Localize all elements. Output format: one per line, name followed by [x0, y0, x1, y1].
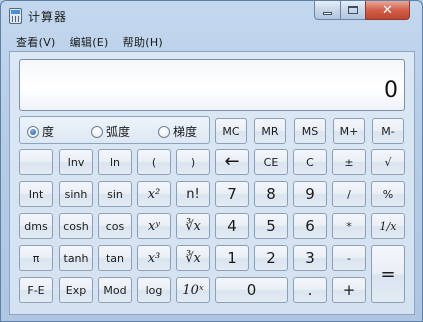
radio-degrees[interactable]: 度: [27, 123, 54, 140]
key-add[interactable]: +: [332, 277, 366, 303]
key-8[interactable]: 8: [254, 181, 288, 207]
radio-degrees-label: 度: [42, 125, 55, 139]
radio-gradians-label: 梯度: [173, 125, 198, 139]
key-0[interactable]: 0: [215, 277, 288, 303]
key-x-cubed[interactable]: x³: [137, 245, 171, 271]
key-sqrt[interactable]: √: [371, 149, 405, 175]
key-m-plus[interactable]: M+: [333, 118, 365, 144]
key-reciprocal[interactable]: 1/x: [371, 213, 405, 239]
radio-checked-icon: [27, 125, 39, 138]
key-open-paren[interactable]: (: [137, 149, 171, 175]
close-icon: ✕: [382, 2, 393, 18]
key-blank[interactable]: [19, 149, 53, 175]
key-7[interactable]: 7: [215, 181, 249, 207]
radio-unchecked-icon: [91, 125, 103, 138]
key-x-power-y[interactable]: xʸ: [137, 213, 171, 239]
key-c[interactable]: C: [293, 149, 327, 175]
key-6[interactable]: 6: [293, 213, 327, 239]
key-y-root-x[interactable]: ∛x: [176, 213, 210, 239]
key-4[interactable]: 4: [215, 213, 249, 239]
calculator-window: 计算器 ✕ 查看(V) 编辑(E) 帮助(H) 0 度 弧度 梯度 MC MR …: [0, 0, 423, 322]
key-mod[interactable]: Mod: [98, 277, 132, 303]
key-equals[interactable]: =: [371, 245, 405, 303]
radio-unchecked-icon: [158, 125, 170, 138]
key-inv[interactable]: Inv: [59, 149, 93, 175]
key-9[interactable]: 9: [293, 181, 327, 207]
maximize-icon: [348, 6, 358, 14]
minimize-button[interactable]: [314, 1, 341, 20]
key-tanh[interactable]: tanh: [59, 245, 93, 271]
key-cos[interactable]: cos: [98, 213, 132, 239]
key-sinh[interactable]: sinh: [59, 181, 93, 207]
key-log[interactable]: log: [137, 277, 171, 303]
key-ten-power-x[interactable]: 10ˣ: [176, 277, 210, 303]
key-f-e[interactable]: F-E: [19, 277, 53, 303]
key-3[interactable]: 3: [293, 245, 327, 271]
key-close-paren[interactable]: ): [176, 149, 210, 175]
key-mr[interactable]: MR: [254, 118, 286, 144]
radio-radians[interactable]: 弧度: [91, 123, 130, 140]
menu-help[interactable]: 帮助(H): [123, 34, 163, 50]
title-bar[interactable]: 计算器 ✕: [1, 1, 422, 30]
menu-edit[interactable]: 编辑(E): [70, 34, 109, 50]
key-ln[interactable]: ln: [98, 149, 132, 175]
display-panel: 0: [19, 59, 405, 111]
key-backspace[interactable]: ←: [215, 149, 249, 175]
key-plus-minus[interactable]: ±: [332, 149, 366, 175]
calculator-app-icon: [9, 8, 22, 24]
key-tan[interactable]: tan: [98, 245, 132, 271]
menu-bar: 查看(V) 编辑(E) 帮助(H): [9, 32, 415, 51]
key-2[interactable]: 2: [254, 245, 288, 271]
key-ce[interactable]: CE: [254, 149, 288, 175]
key-multiply[interactable]: *: [332, 213, 366, 239]
key-decimal[interactable]: .: [293, 277, 327, 303]
display-value: 0: [384, 78, 398, 103]
key-sin[interactable]: sin: [98, 181, 132, 207]
minimize-icon: [323, 11, 332, 15]
key-dms[interactable]: dms: [19, 213, 53, 239]
backspace-arrow-icon: ←: [224, 151, 240, 172]
close-button[interactable]: ✕: [365, 1, 410, 20]
maximize-button[interactable]: [340, 1, 366, 20]
key-exp[interactable]: Exp: [59, 277, 93, 303]
key-divide[interactable]: /: [332, 181, 366, 207]
window-title: 计算器: [28, 10, 68, 24]
key-1[interactable]: 1: [215, 245, 249, 271]
key-int[interactable]: Int: [19, 181, 53, 207]
key-percent[interactable]: %: [371, 181, 405, 207]
key-pi[interactable]: π: [19, 245, 53, 271]
key-subtract[interactable]: -: [332, 245, 366, 271]
key-cube-root[interactable]: ∛x: [176, 245, 210, 271]
angle-mode-group: 度 弧度 梯度: [19, 116, 210, 144]
key-5[interactable]: 5: [254, 213, 288, 239]
key-m-minus[interactable]: M-: [372, 118, 404, 144]
radio-gradians[interactable]: 梯度: [158, 123, 197, 140]
key-x-squared[interactable]: x²: [137, 181, 171, 207]
key-factorial[interactable]: n!: [176, 181, 210, 207]
menu-view[interactable]: 查看(V): [16, 34, 56, 50]
radio-radians-label: 弧度: [106, 125, 131, 139]
key-cosh[interactable]: cosh: [59, 213, 93, 239]
key-ms[interactable]: MS: [294, 118, 326, 144]
key-mc[interactable]: MC: [215, 118, 247, 144]
